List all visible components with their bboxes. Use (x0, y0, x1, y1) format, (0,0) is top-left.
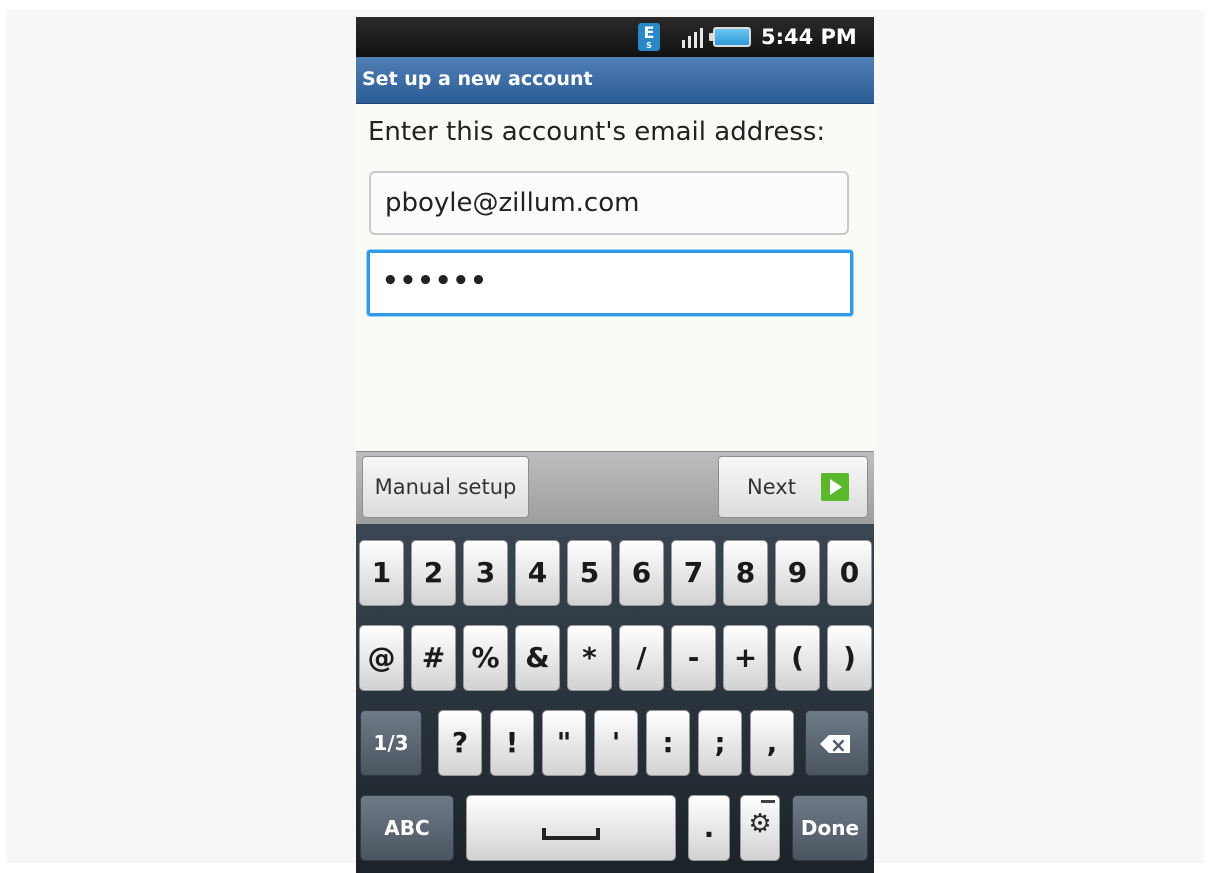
key-1[interactable]: 1 (359, 540, 404, 606)
backspace-icon (820, 735, 850, 753)
phone-screen: E S 5:44 PM Set up a new account Enter t… (356, 17, 874, 873)
key-colon[interactable]: : (646, 710, 690, 776)
key-done[interactable]: Done (792, 795, 868, 861)
status-time: 5:44 PM (761, 25, 857, 49)
key-period[interactable]: . (688, 795, 730, 861)
action-bar: Manual setup Next (356, 451, 874, 524)
key-symbol-page[interactable]: 1/3 (360, 710, 422, 776)
key-semicolon[interactable]: ; (698, 710, 742, 776)
notification-icon: E S (638, 23, 660, 51)
key-backspace[interactable] (805, 710, 869, 776)
space-icon (542, 828, 600, 840)
key-0[interactable]: 0 (827, 540, 872, 606)
key-8[interactable]: 8 (723, 540, 768, 606)
next-button-label: Next (747, 475, 796, 499)
soft-keyboard: 1 2 3 4 5 6 7 8 9 0 @ # % & * / - + ( ) … (356, 524, 874, 873)
key-hash[interactable]: # (411, 625, 456, 691)
key-minus[interactable]: - (671, 625, 716, 691)
next-button[interactable]: Next (718, 456, 868, 518)
key-4[interactable]: 4 (515, 540, 560, 606)
key-ampersand[interactable]: & (515, 625, 560, 691)
notification-icon-sub: S (646, 41, 652, 50)
key-abc[interactable]: ABC (360, 795, 454, 861)
key-question[interactable]: ? (438, 710, 482, 776)
key-close-paren[interactable]: ) (827, 625, 872, 691)
title-bar: Set up a new account (356, 57, 874, 104)
key-exclamation[interactable]: ! (490, 710, 534, 776)
next-arrow-icon (821, 473, 849, 501)
page-title: Set up a new account (362, 68, 593, 90)
password-field[interactable]: •••••• (367, 250, 853, 316)
key-comma[interactable]: , (750, 710, 794, 776)
key-9[interactable]: 9 (775, 540, 820, 606)
email-field[interactable]: pboyle@zillum.com (369, 171, 849, 235)
key-3[interactable]: 3 (463, 540, 508, 606)
keyboard-settings-icon[interactable]: ⚙ (740, 795, 780, 861)
key-double-quote[interactable]: " (542, 710, 586, 776)
key-percent[interactable]: % (463, 625, 508, 691)
signal-bars-icon (682, 28, 708, 48)
key-5[interactable]: 5 (567, 540, 612, 606)
notification-icon-letter: E (643, 23, 655, 42)
status-bar: E S 5:44 PM (356, 17, 874, 57)
key-6[interactable]: 6 (619, 540, 664, 606)
key-plus[interactable]: + (723, 625, 768, 691)
manual-setup-button[interactable]: Manual setup (362, 456, 529, 518)
key-space[interactable] (466, 795, 676, 861)
key-2[interactable]: 2 (411, 540, 456, 606)
email-prompt-label: Enter this account's email address: (368, 117, 826, 147)
key-7[interactable]: 7 (671, 540, 716, 606)
key-asterisk[interactable]: * (567, 625, 612, 691)
battery-icon (709, 27, 751, 47)
key-slash[interactable]: / (619, 625, 664, 691)
key-apostrophe[interactable]: ' (594, 710, 638, 776)
key-open-paren[interactable]: ( (775, 625, 820, 691)
key-at[interactable]: @ (359, 625, 404, 691)
